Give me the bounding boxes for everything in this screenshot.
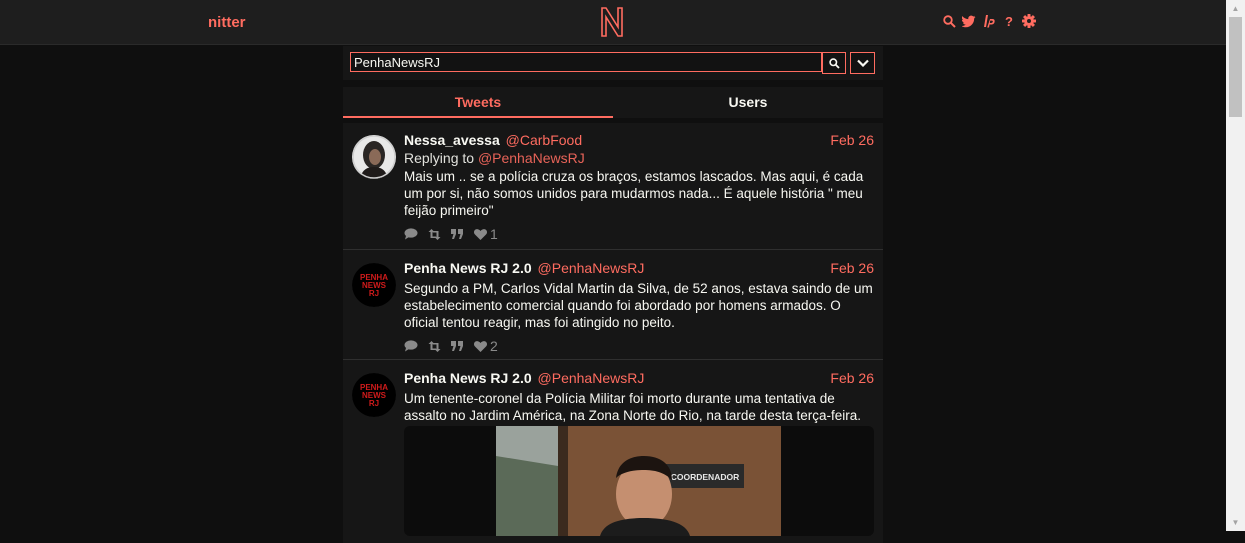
gear-icon[interactable] xyxy=(1022,13,1036,29)
brand-link[interactable]: nitter xyxy=(208,14,246,31)
tab-tweets[interactable]: Tweets xyxy=(343,87,613,118)
retweet-stat[interactable] xyxy=(428,340,441,352)
heart-icon xyxy=(474,340,487,352)
like-stat[interactable]: 1 xyxy=(474,226,498,242)
tweet-stats: 2 xyxy=(404,338,874,354)
replying-label: Replying to xyxy=(404,150,475,166)
quote-icon xyxy=(451,229,463,239)
tweet-item[interactable]: PENHA NEWS RJ Penha News RJ 2.0 @PenhaNe… xyxy=(343,360,883,543)
search-icon xyxy=(828,57,840,69)
tweet-content: Segundo a PM, Carlos Vidal Martin da Sil… xyxy=(404,281,873,330)
timeline: Nessa_avessa @CarbFood Feb 26 Replying t… xyxy=(343,123,883,543)
scroll-up-arrow-icon[interactable]: ▲ xyxy=(1226,0,1245,17)
tweet-item[interactable]: Nessa_avessa @CarbFood Feb 26 Replying t… xyxy=(343,123,883,250)
tweet-fullname[interactable]: Nessa_avessa xyxy=(404,132,500,148)
search-icon[interactable] xyxy=(942,13,956,29)
nitter-logo[interactable] xyxy=(598,6,626,38)
like-count: 2 xyxy=(490,338,498,354)
reply-stat[interactable] xyxy=(404,228,418,240)
search-options-button[interactable] xyxy=(850,52,875,74)
quote-icon xyxy=(451,341,463,351)
tweet-username[interactable]: @PenhaNewsRJ xyxy=(538,260,645,276)
tweet-username[interactable]: @CarbFood xyxy=(506,132,582,148)
replying-to-link[interactable]: @PenhaNewsRJ xyxy=(478,150,585,166)
image-sign-text: COORDENADOR xyxy=(671,472,739,482)
search-panel xyxy=(343,46,883,80)
tweet-username[interactable]: @PenhaNewsRJ xyxy=(538,370,645,386)
tab-users[interactable]: Users xyxy=(613,87,883,117)
nav-icons: ? xyxy=(942,13,1036,29)
reply-stat[interactable] xyxy=(404,340,418,352)
quote-stat[interactable] xyxy=(451,229,464,239)
tweet-content: Mais um .. se a polícia cruza os braços,… xyxy=(404,169,864,218)
avatar[interactable]: PENHA NEWS RJ xyxy=(352,373,396,417)
rss-icon[interactable] xyxy=(982,13,996,29)
search-input[interactable] xyxy=(350,52,822,72)
avatar-logo-text: RJ xyxy=(369,289,379,298)
tweet-date[interactable]: Feb 26 xyxy=(830,132,874,148)
bird-icon[interactable] xyxy=(962,13,976,29)
tweet-stats: 1 xyxy=(404,226,874,242)
retweet-stat[interactable] xyxy=(428,228,441,240)
scrollbar-thumb[interactable] xyxy=(1229,17,1242,117)
nitter-logo-icon xyxy=(601,7,623,37)
retweet-icon xyxy=(428,228,441,240)
comment-icon xyxy=(404,228,418,240)
avatar[interactable] xyxy=(352,135,396,179)
navbar: nitter ? xyxy=(0,0,1226,45)
tweet-date[interactable]: Feb 26 xyxy=(830,370,874,386)
heart-icon xyxy=(474,228,487,240)
replying-to: Replying to @PenhaNewsRJ xyxy=(404,150,874,166)
search-button[interactable] xyxy=(822,52,846,74)
tweet-image[interactable]: COORDENADOR xyxy=(404,426,874,536)
page-scrollbar[interactable]: ▲ ▼ xyxy=(1226,0,1245,531)
like-count: 1 xyxy=(490,226,498,242)
tweet-attachment[interactable]: COORDENADOR xyxy=(404,426,874,536)
comment-icon xyxy=(404,340,418,352)
tweet-item[interactable]: PENHA NEWS RJ Penha News RJ 2.0 @PenhaNe… xyxy=(343,250,883,360)
tweet-fullname[interactable]: Penha News RJ 2.0 xyxy=(404,370,532,386)
scroll-down-arrow-icon[interactable]: ▼ xyxy=(1226,514,1245,531)
retweet-icon xyxy=(428,340,441,352)
help-icon[interactable]: ? xyxy=(1002,13,1016,29)
quote-stat[interactable] xyxy=(451,341,464,351)
tweet-content: Um tenente-coronel da Polícia Militar fo… xyxy=(404,391,861,423)
avatar[interactable]: PENHA NEWS RJ xyxy=(352,263,396,307)
avatar-logo-text: RJ xyxy=(369,399,379,408)
chevron-down-icon xyxy=(856,59,869,67)
search-tabs: Tweets Users xyxy=(343,87,883,118)
tweet-date[interactable]: Feb 26 xyxy=(830,260,874,276)
like-stat[interactable]: 2 xyxy=(474,338,498,354)
tweet-fullname[interactable]: Penha News RJ 2.0 xyxy=(404,260,532,276)
